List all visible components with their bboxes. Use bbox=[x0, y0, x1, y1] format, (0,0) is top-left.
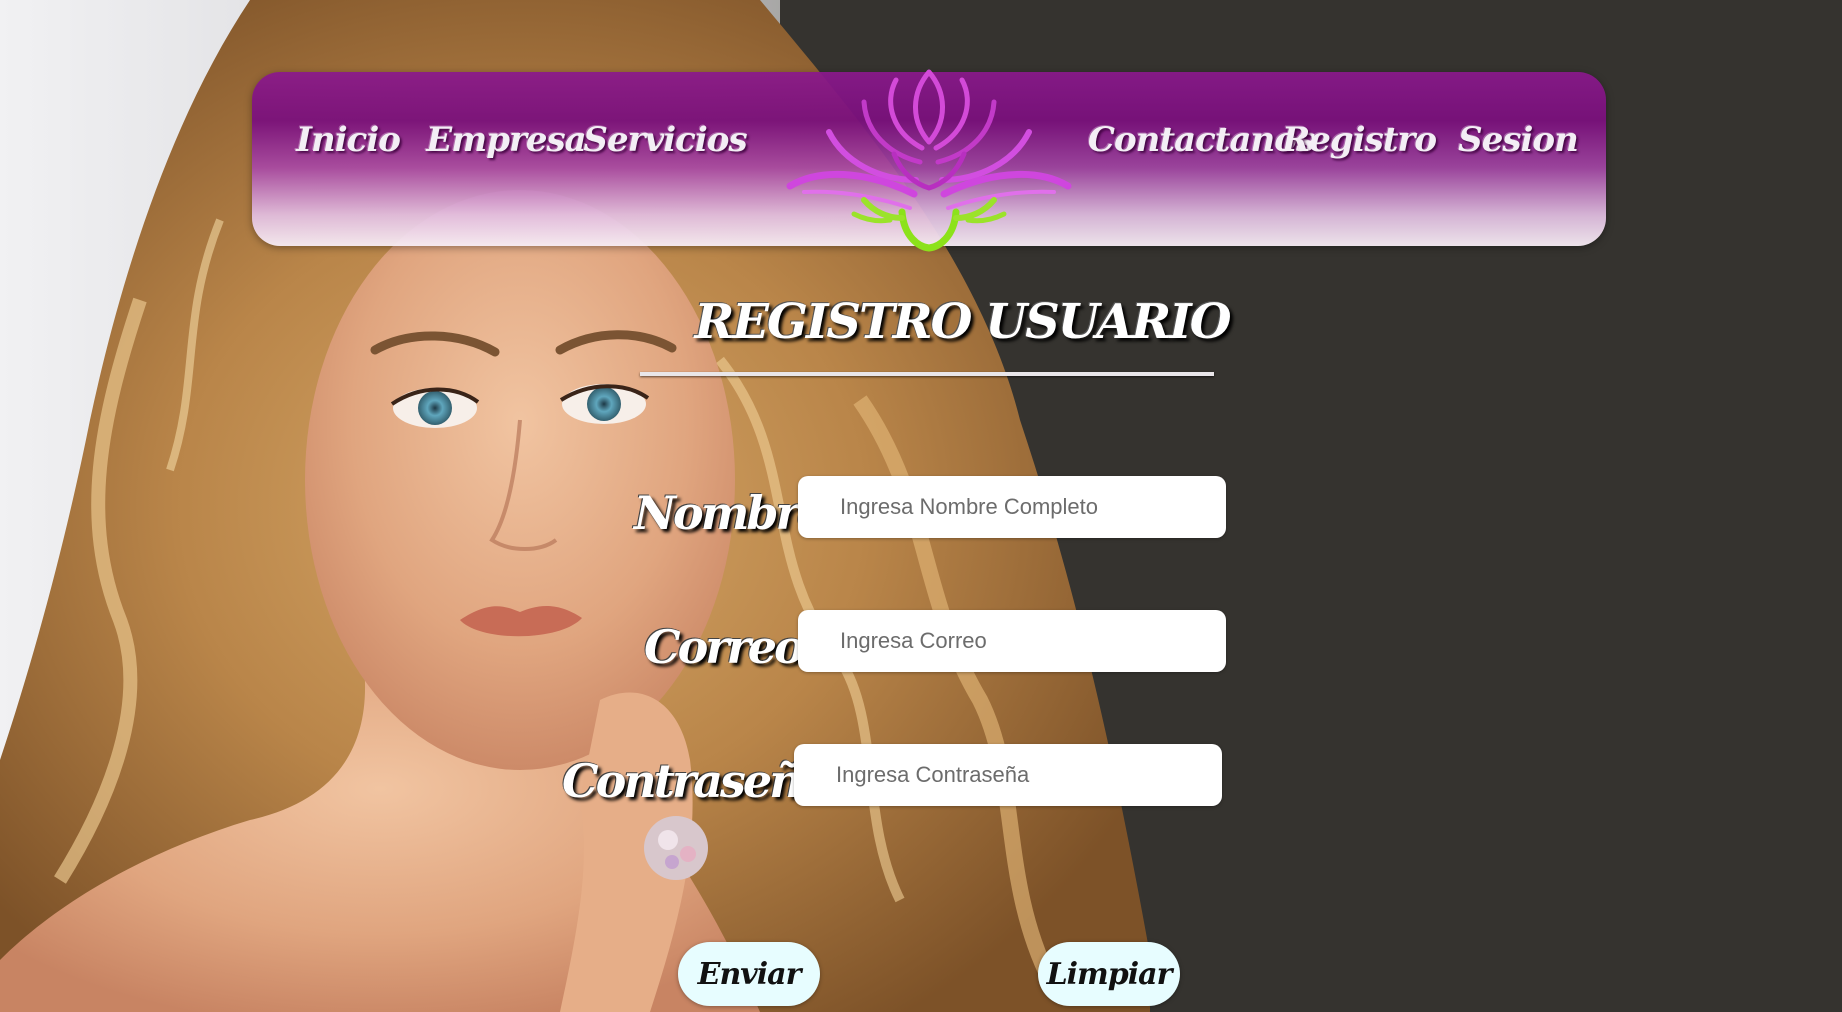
email-label: Correo: bbox=[644, 620, 819, 674]
reset-button[interactable]: Limpiar bbox=[1038, 942, 1180, 1006]
nav-link-sesion[interactable]: Sesion bbox=[1458, 120, 1579, 160]
page-title: REGISTRO USUARIO bbox=[694, 294, 1231, 350]
nav-link-contactanos[interactable]: Contactanos bbox=[1088, 120, 1315, 160]
email-field[interactable] bbox=[798, 610, 1226, 672]
title-divider bbox=[640, 372, 1214, 376]
nav-link-registro[interactable]: Registro bbox=[1282, 120, 1437, 160]
password-field[interactable] bbox=[794, 744, 1222, 806]
name-field[interactable] bbox=[798, 476, 1226, 538]
page: Inicio Empresa Servicios Contactanos Reg… bbox=[0, 0, 1842, 1012]
nav-link-servicios[interactable]: Servicios bbox=[583, 120, 747, 160]
submit-button[interactable]: Enviar bbox=[678, 942, 820, 1006]
nav-link-empresa[interactable]: Empresa bbox=[426, 120, 586, 160]
nav-link-inicio[interactable]: Inicio bbox=[296, 120, 401, 160]
lotus-icon[interactable] bbox=[784, 62, 1074, 252]
